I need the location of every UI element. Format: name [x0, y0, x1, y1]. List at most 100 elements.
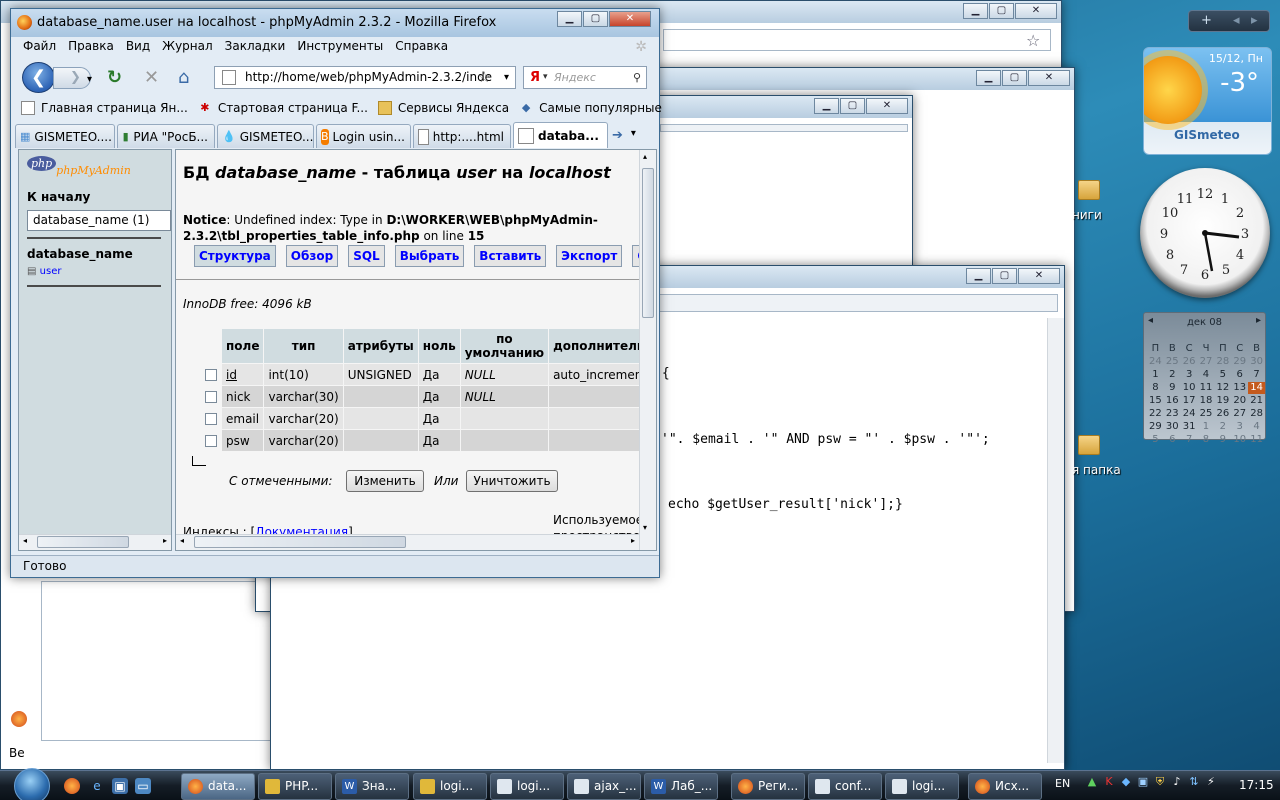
editor-scrollbar[interactable]: [1047, 318, 1064, 763]
scroll-thumb[interactable]: [194, 536, 406, 548]
menu-tools[interactable]: Инструменты: [297, 39, 383, 57]
close-icon[interactable]: ✕: [1028, 70, 1070, 86]
calendar-day[interactable]: 17: [1181, 395, 1198, 407]
calendar-day[interactable]: 14: [1248, 382, 1265, 394]
chevron-right-icon[interactable]: ▸: [1256, 315, 1261, 326]
window-controls[interactable]: ▁ ▢ ✕: [962, 3, 1057, 19]
search-field[interactable]: Я ▾ Яндекс ⚲: [523, 66, 647, 89]
scroll-down-icon[interactable]: ▾: [643, 523, 647, 532]
taskbar-item[interactable]: Реги...: [731, 773, 805, 800]
tab-gismeteo[interactable]: ▦ GISMETEO....: [15, 124, 115, 148]
weather-gadget[interactable]: 15/12, Пн -3° GISmeteo: [1143, 47, 1272, 155]
calendar-day[interactable]: 11: [1248, 434, 1265, 446]
scroll-thumb[interactable]: [642, 168, 654, 318]
content-hscroll[interactable]: ◂ ▸: [176, 534, 639, 550]
folder-label[interactable]: я папка: [1072, 463, 1121, 477]
back-button[interactable]: ❮: [22, 62, 55, 93]
taskbar-item[interactable]: logi...: [413, 773, 487, 800]
tab-insert[interactable]: Вставить: [474, 245, 547, 267]
calendar-day[interactable]: 1: [1147, 369, 1164, 381]
calendar-day[interactable]: 19: [1214, 395, 1231, 407]
security-icon[interactable]: ⛨: [1153, 774, 1167, 790]
ie-icon[interactable]: e: [89, 778, 105, 794]
calendar-day[interactable]: 5: [1147, 434, 1164, 446]
calendar-day[interactable]: 2: [1164, 369, 1181, 381]
calendar-day[interactable]: 25: [1164, 356, 1181, 368]
tab-export[interactable]: Экспорт: [556, 245, 623, 267]
calendar-day[interactable]: 27: [1198, 356, 1215, 368]
scroll-left-icon[interactable]: ◂: [23, 536, 27, 545]
minimize-icon[interactable]: ▁: [557, 11, 582, 27]
forward-button[interactable]: ❯: [53, 67, 91, 89]
menu-bookmarks[interactable]: Закладки: [225, 39, 286, 57]
tab-browse[interactable]: Обзор: [285, 245, 339, 267]
calendar-day[interactable]: 29: [1147, 421, 1164, 433]
cell-checkbox[interactable]: [201, 430, 221, 451]
calendar-day[interactable]: 12: [1214, 382, 1231, 394]
close-icon[interactable]: ✕: [609, 11, 651, 27]
chevron-right-icon[interactable]: ▸: [1251, 11, 1258, 31]
menu-file[interactable]: Файл: [23, 39, 56, 57]
star-icon[interactable]: ☆: [478, 67, 491, 88]
monitor-icon[interactable]: ▣: [1136, 774, 1150, 790]
calendar-day[interactable]: 23: [1164, 408, 1181, 420]
calendar-day[interactable]: 31: [1181, 421, 1198, 433]
left-hscroll[interactable]: ◂ ▸: [19, 534, 171, 550]
window-titlebar[interactable]: database_name.user на localhost - phpMyA…: [11, 9, 659, 37]
taskbar-item[interactable]: logi...: [885, 773, 959, 800]
reload-icon[interactable]: ↻: [107, 69, 122, 87]
calendar-day[interactable]: 30: [1164, 421, 1181, 433]
menu-history[interactable]: Журнал: [162, 39, 213, 57]
calendar-day[interactable]: 5: [1214, 369, 1231, 381]
table-row[interactable]: pswvarchar(20)ДаИзм: [201, 430, 656, 451]
scroll-up-icon[interactable]: ▴: [643, 152, 647, 161]
bookmarks-toolbar[interactable]: Главная страница Ян... ✱ Стартовая страни…: [11, 97, 662, 119]
menu-help[interactable]: Справка: [395, 39, 448, 57]
power-icon[interactable]: ⚡: [1204, 774, 1218, 790]
calendar-day[interactable]: 8: [1198, 434, 1215, 446]
taskbar-item[interactable]: PHP...: [258, 773, 332, 800]
table-link[interactable]: ▤ user: [27, 266, 61, 277]
navigation-toolbar[interactable]: ❮ ❯ ▾ ↻ ✕ ⌂ http://home/web/phpMyAdmin-2…: [11, 61, 659, 95]
calendar-day[interactable]: 28: [1248, 408, 1265, 420]
calendar-day[interactable]: 4: [1198, 369, 1215, 381]
table-row[interactable]: emailvarchar(20)ДаИзм: [201, 408, 656, 429]
tab-gismeteo-2[interactable]: 💧 GISMETEO....: [217, 124, 314, 148]
taskbar[interactable]: e ▣ ▭ data... PHP... W Зна... logi... log…: [0, 768, 1280, 800]
connection-icon[interactable]: ⇅: [1187, 774, 1201, 790]
row-checkbox[interactable]: [205, 391, 217, 403]
chevron-left-icon[interactable]: ◂: [1233, 11, 1240, 31]
calendar-day[interactable]: 26: [1181, 356, 1198, 368]
taskbar-item[interactable]: W Лаб_...: [644, 773, 718, 800]
address-field[interactable]: [663, 29, 1051, 51]
minimize-icon[interactable]: ▁: [976, 70, 1001, 86]
content-vscroll[interactable]: ▴ ▾: [639, 150, 656, 550]
menu-edit[interactable]: Правка: [68, 39, 114, 57]
gadget-toolbar[interactable]: + ◂ ▸: [1188, 10, 1270, 32]
calendar-day[interactable]: 20: [1231, 395, 1248, 407]
switch-windows-icon[interactable]: ▣: [112, 778, 128, 794]
tab-bar[interactable]: ▦ GISMETEO.... ▮ РИА "РосБ... 💧 GISMETEO...…: [15, 122, 636, 148]
minimize-icon[interactable]: ▁: [814, 98, 839, 114]
calendar-day[interactable]: 15: [1147, 395, 1164, 407]
scroll-left-icon[interactable]: ◂: [180, 536, 184, 545]
bookmark-item[interactable]: Сервисы Яндекса: [377, 97, 509, 119]
cell-checkbox[interactable]: [201, 408, 221, 429]
url-dropdown-icon[interactable]: ▾: [504, 67, 509, 88]
calendar-day[interactable]: 7: [1248, 369, 1265, 381]
minimize-icon[interactable]: ▁: [966, 268, 991, 284]
calendar-day[interactable]: 26: [1214, 408, 1231, 420]
taskbar-item[interactable]: logi...: [490, 773, 564, 800]
history-dropdown-icon[interactable]: ▾: [87, 71, 92, 89]
calendar-day[interactable]: 24: [1147, 356, 1164, 368]
calendar-day[interactable]: 11: [1198, 382, 1215, 394]
yandex-icon[interactable]: Я: [530, 67, 540, 88]
chevron-left-icon[interactable]: ◂: [1148, 315, 1153, 326]
table-row[interactable]: nickvarchar(30)ДаNULLИзм: [201, 386, 656, 407]
calendar-day[interactable]: 10: [1231, 434, 1248, 446]
scroll-right-icon[interactable]: ▸: [631, 536, 635, 545]
calendar-day[interactable]: 13: [1231, 382, 1248, 394]
tab-select[interactable]: Выбрать: [394, 245, 465, 267]
table-row[interactable]: idint(10)UNSIGNEDДаNULLauto_incrementИзм: [201, 364, 656, 385]
pma-logo[interactable]: phpphpMyAdmin: [27, 156, 131, 177]
